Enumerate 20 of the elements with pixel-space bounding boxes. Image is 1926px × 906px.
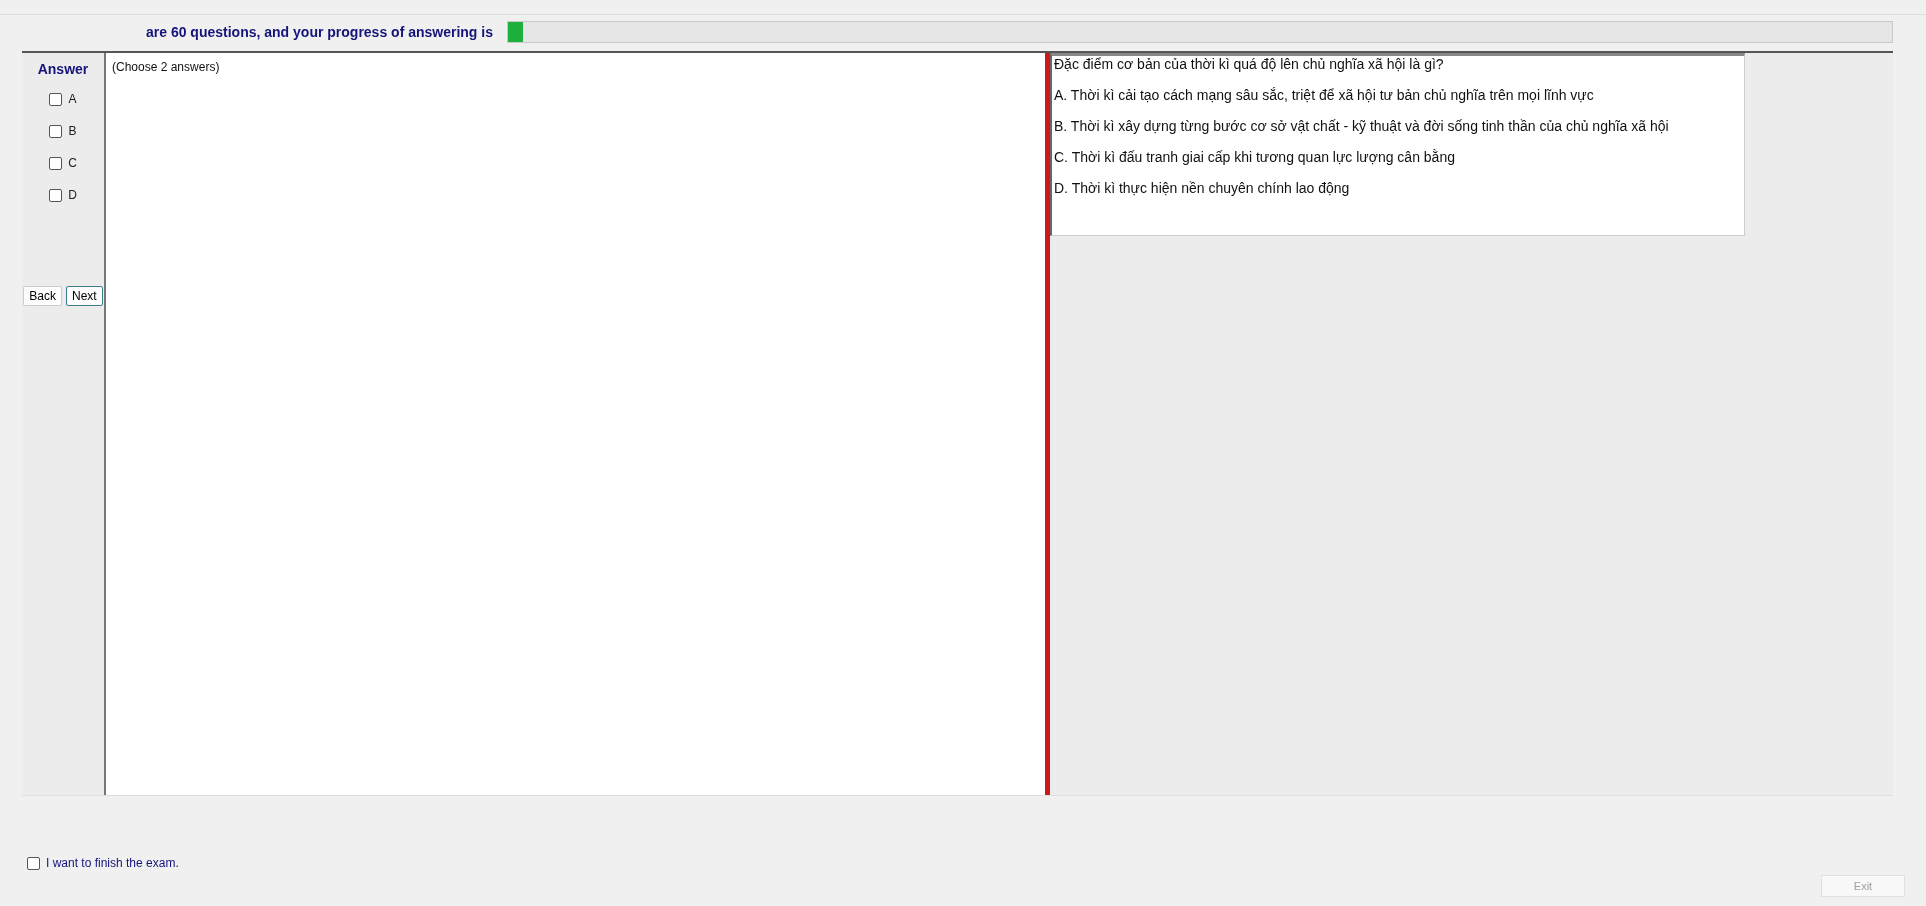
choice-text: B. Thời kì xây dựng từng bước cơ sở vật chất - kỹ thuật và đời sống tinh thần của chủ nghĩa xã hội: [1054, 118, 1670, 134]
answer-hint: (Choose 2 answers): [112, 60, 220, 74]
choice-text: D. Thời kì thực hiện nền chuyên chính lao động: [1054, 180, 1351, 196]
choice-text: C. Thời kì đấu tranh giai cấp khi tương quan lực lượng cân bằng: [1054, 149, 1456, 165]
question-text: Đặc điểm cơ bản của thời kì quá độ lên chủ nghĩa xã hội là gì?: [1054, 56, 1445, 72]
option-label: A: [68, 92, 77, 106]
progress-label: are 60 questions, and your progress of answering is: [146, 24, 493, 40]
answer-title: Answer: [37, 61, 89, 77]
checkbox[interactable]: [49, 92, 63, 106]
next-button[interactable]: Next: [66, 286, 103, 306]
checkbox[interactable]: [49, 188, 63, 202]
checkbox[interactable]: [49, 156, 63, 170]
back-button[interactable]: Back: [23, 286, 62, 306]
checkbox[interactable]: [49, 124, 63, 138]
option-label: D: [68, 188, 77, 202]
finish-label: I want to finish the exam.: [46, 856, 179, 870]
option-label: C: [68, 156, 77, 170]
choice-text: A. Thời kì cải tạo cách mạng sâu sắc, triệt để xã hội tư bản chủ nghĩa trên mọi lĩnh vực: [1054, 87, 1595, 103]
option-label: B: [68, 124, 77, 138]
checkbox[interactable]: [27, 856, 40, 870]
